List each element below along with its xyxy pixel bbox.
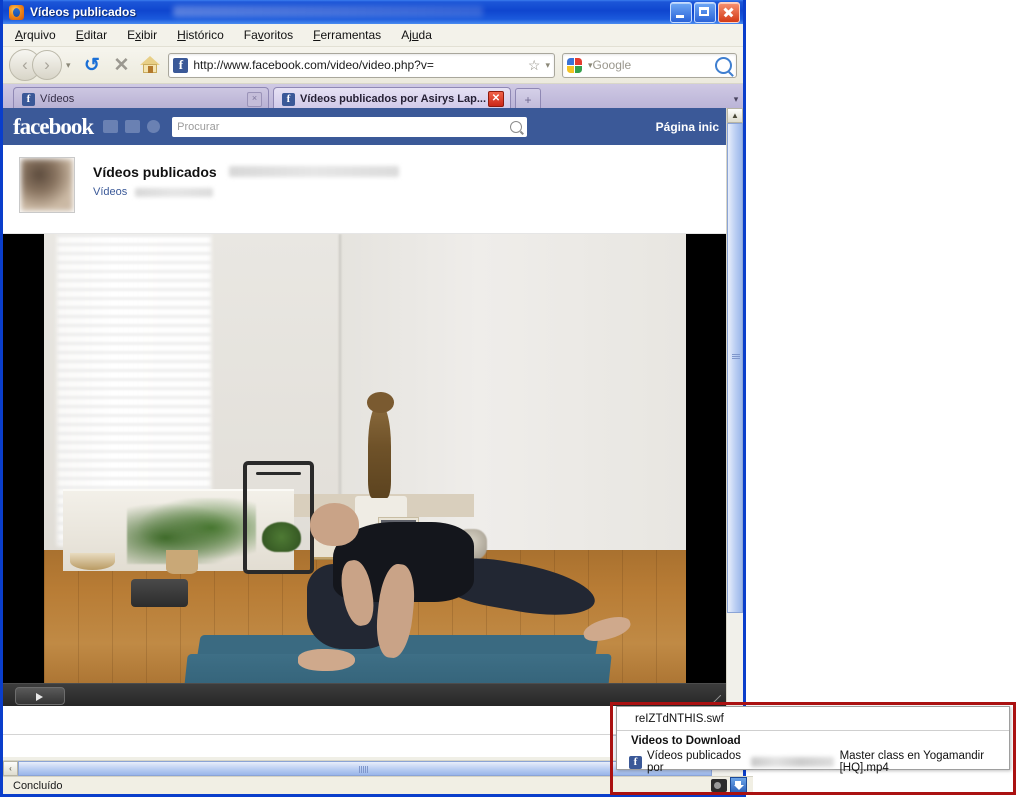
- facebook-nav-icons: [103, 120, 161, 133]
- chevron-down-icon[interactable]: ▾: [66, 60, 71, 71]
- tab-favicon-icon: f: [22, 92, 35, 106]
- tab-favicon-icon: f: [282, 92, 295, 106]
- firefox-icon: [9, 4, 24, 20]
- new-tab-button[interactable]: +: [515, 88, 541, 110]
- minimize-button[interactable]: [670, 1, 692, 23]
- title-bar: Vídeos publicados: [3, 0, 743, 24]
- menu-item-editar[interactable]: Editar: [76, 28, 107, 42]
- tab-videos[interactable]: f Vídeos ×: [13, 87, 269, 110]
- nav-buttons: ‹ › ▾: [9, 49, 77, 81]
- scroll-left-button[interactable]: ‹: [3, 761, 18, 776]
- status-text: Concluído: [13, 779, 63, 792]
- window-title: Vídeos publicados: [30, 5, 137, 19]
- play-button[interactable]: [15, 687, 65, 705]
- video-frame: [44, 234, 686, 706]
- tab-close-icon[interactable]: ×: [247, 91, 262, 107]
- home-link[interactable]: Página inic: [656, 120, 719, 134]
- facebook-header: facebook Procurar Página inic: [3, 108, 727, 145]
- reload-icon[interactable]: ↻: [84, 54, 100, 77]
- vertical-scrollbar[interactable]: ▲: [726, 108, 743, 745]
- home-icon[interactable]: [140, 56, 161, 74]
- address-bar[interactable]: f http://www.facebook.com/video/video.ph…: [168, 52, 555, 78]
- menu-item-ajuda[interactable]: Ajuda: [401, 28, 432, 42]
- menu-bar: Arquivo Editar Exibir Histórico Favorito…: [3, 24, 743, 47]
- tab-close-icon[interactable]: ✕: [488, 91, 504, 107]
- magnifier-icon[interactable]: [510, 120, 523, 133]
- profile-subtitle: Vídeos: [93, 186, 399, 198]
- title-bar-highlight: [173, 6, 483, 17]
- facebook-logo[interactable]: facebook: [13, 114, 94, 140]
- tab-videos-publicados[interactable]: f Vídeos publicados por Asirys Lap... ✕: [273, 87, 511, 110]
- search-bar[interactable]: ▾ Google: [562, 52, 737, 78]
- url-text: http://www.facebook.com/video/video.php?…: [193, 58, 434, 72]
- videos-link[interactable]: Vídeos: [93, 186, 127, 198]
- navigation-toolbar: ‹ › ▾ ↻ ✕ f http://www.facebook.com/vide…: [3, 47, 743, 84]
- close-button[interactable]: [718, 1, 740, 23]
- notifications-icon[interactable]: [147, 120, 161, 133]
- maximize-button[interactable]: [694, 1, 716, 23]
- facebook-search-input[interactable]: Procurar: [172, 116, 528, 137]
- tab-strip: f Vídeos × f Vídeos publicados por Asiry…: [3, 84, 743, 111]
- scroll-up-button[interactable]: ▲: [727, 108, 743, 123]
- site-favicon-icon: f: [173, 57, 189, 73]
- bookmark-star-icon[interactable]: ☆: [528, 57, 541, 74]
- window-controls: [670, 1, 740, 23]
- profile-row: Vídeos publicados Vídeos: [3, 145, 727, 234]
- menu-item-historico[interactable]: Histórico: [177, 28, 224, 42]
- page-title: Vídeos publicados: [93, 163, 217, 180]
- search-placeholder: Procurar: [177, 120, 220, 133]
- highlight-annotation: [610, 702, 1016, 795]
- google-icon[interactable]: [567, 57, 582, 73]
- menu-item-favoritos[interactable]: Favoritos: [244, 28, 293, 42]
- redacted-subtitle: [135, 187, 214, 197]
- vertical-scroll-thumb[interactable]: [727, 123, 743, 613]
- menu-item-exibir[interactable]: Exibir: [127, 28, 157, 42]
- search-input[interactable]: Google: [593, 58, 715, 72]
- friends-icon[interactable]: [103, 120, 119, 133]
- page-viewport: facebook Procurar Página inic Vídeos pub…: [3, 108, 727, 753]
- avatar[interactable]: [19, 157, 75, 213]
- forward-arrow-icon[interactable]: ›: [32, 50, 62, 80]
- chevron-down-icon[interactable]: ▾: [545, 60, 550, 71]
- tab-label: Vídeos: [40, 93, 75, 105]
- horizontal-scroll-thumb[interactable]: [18, 761, 712, 776]
- video-player[interactable]: [3, 234, 727, 706]
- redacted-name: [229, 166, 400, 178]
- messages-icon[interactable]: [125, 120, 141, 133]
- tab-label: Vídeos publicados por Asirys Lap...: [300, 93, 487, 105]
- menu-item-ferramentas[interactable]: Ferramentas: [313, 28, 381, 42]
- magnifier-icon[interactable]: [715, 56, 732, 74]
- browser-window: Vídeos publicados Arquivo Editar Exibir …: [0, 0, 753, 797]
- profile-text: Vídeos publicados Vídeos: [93, 157, 400, 198]
- stop-icon[interactable]: ✕: [113, 54, 129, 77]
- menu-item-arquivo[interactable]: Arquivo: [15, 28, 56, 42]
